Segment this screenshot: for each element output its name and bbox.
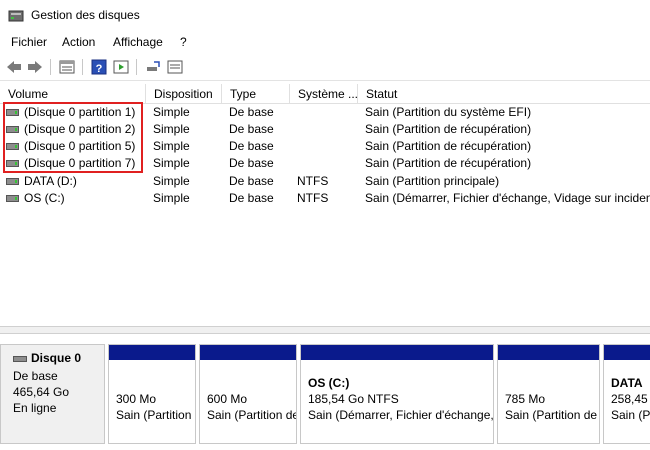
menu-affichage[interactable]: Affichage (113, 35, 163, 49)
cell-disposition: Simple (153, 174, 190, 188)
cell-statut: Sain (Partition de récupération) (365, 122, 532, 136)
partition-status: Sain (Partition de (505, 408, 598, 422)
cell-volume: DATA (D:) (24, 174, 77, 188)
menu-fichier[interactable]: Fichier (11, 35, 47, 49)
cell-statut: Sain (Partition de récupération) (365, 156, 532, 170)
highlight-annotation (3, 102, 143, 173)
toolbar-separator (82, 59, 83, 75)
help-icon[interactable]: ? (90, 58, 108, 76)
cell-statut: Sain (Partition de récupération) (365, 139, 532, 153)
cell-disposition: Simple (153, 105, 190, 119)
toolbar-separator (136, 59, 137, 75)
cell-type: De base (229, 139, 274, 153)
connect-icon[interactable] (144, 58, 162, 76)
disk-pane: Disque 0 De base 465,64 Go En ligne 300 … (0, 334, 650, 450)
menu-bar: Fichier Action Affichage ? (0, 31, 650, 53)
cell-systeme (297, 155, 357, 172)
cell-statut: Sain (Partition du système EFI) (365, 105, 532, 119)
cell-systeme (297, 121, 357, 138)
partition-header-bar (301, 345, 493, 360)
disk-name: Disque 0 (31, 351, 82, 365)
menu-help[interactable]: ? (180, 35, 187, 49)
cell-systeme (297, 104, 357, 121)
partition-status: Sain (Partition (116, 408, 192, 422)
volume-icon (6, 195, 19, 202)
partition-size: 785 Mo (505, 392, 546, 406)
partition-header-bar (498, 345, 599, 360)
partition-status: Sain (Pa (611, 408, 650, 422)
title-bar: Gestion des disques (0, 0, 650, 31)
partition-status: Sain (Partition de (207, 408, 297, 422)
column-header-statut[interactable]: Statut (358, 84, 650, 104)
column-header-volume[interactable]: Volume (0, 84, 146, 104)
run-icon[interactable] (112, 58, 130, 76)
menu-action[interactable]: Action (62, 35, 95, 49)
column-header-type[interactable]: Type (222, 84, 290, 104)
disk-management-icon (8, 10, 24, 22)
partition-status: Sain (Démarrer, Fichier d'échange, (308, 408, 494, 422)
partition-size: 300 Mo (116, 392, 157, 406)
cell-type: De base (229, 122, 274, 136)
partition-title: DATA (611, 376, 643, 390)
partition-title: OS (C:) (308, 376, 350, 390)
column-header-disposition[interactable]: Disposition (146, 84, 222, 104)
cell-systeme: NTFS (297, 174, 329, 188)
table-row[interactable]: DATA (D:) Simple De base NTFS Sain (Part… (0, 173, 650, 190)
cell-type: De base (229, 174, 274, 188)
cell-statut: Sain (Partition principale) (365, 174, 500, 188)
volume-list: Volume Disposition Type Système ... Stat… (0, 84, 650, 326)
cell-disposition: Simple (153, 191, 190, 205)
list-view-icon[interactable] (58, 58, 76, 76)
cell-statut: Sain (Démarrer, Fichier d'échange, Vidag… (365, 191, 650, 205)
partition-block[interactable]: 785 Mo Sain (Partition de (497, 344, 600, 444)
cell-type: De base (229, 156, 274, 170)
toolbar: ? (0, 53, 650, 81)
cell-systeme: NTFS (297, 191, 329, 205)
column-header-systeme[interactable]: Système ... (290, 84, 358, 104)
cell-disposition: Simple (153, 139, 190, 153)
window-title: Gestion des disques (31, 8, 140, 22)
partition-size: 600 Mo (207, 392, 248, 406)
partition-header-bar (604, 345, 650, 360)
cell-systeme (297, 138, 357, 155)
list-header: Volume Disposition Type Système ... Stat… (0, 84, 650, 104)
properties-icon[interactable] (166, 58, 184, 76)
partition-size: 185,54 Go NTFS (308, 392, 399, 406)
cell-disposition: Simple (153, 156, 190, 170)
pane-splitter[interactable] (0, 326, 650, 334)
toolbar-separator (50, 59, 51, 75)
disk-size: 465,64 Go (13, 385, 70, 399)
disk-info-panel[interactable]: Disque 0 De base 465,64 Go En ligne (0, 344, 105, 444)
partition-block[interactable]: 600 Mo Sain (Partition de (199, 344, 297, 444)
cell-volume: OS (C:) (24, 191, 65, 205)
svg-text:?: ? (96, 63, 103, 75)
forward-icon[interactable] (26, 58, 44, 76)
partition-block[interactable]: 300 Mo Sain (Partition (108, 344, 196, 444)
volume-icon (6, 178, 19, 185)
partition-header-bar (200, 345, 296, 360)
partition-block[interactable]: OS (C:) 185,54 Go NTFS Sain (Démarrer, F… (300, 344, 494, 444)
partition-header-bar (109, 345, 195, 360)
cell-type: De base (229, 191, 274, 205)
back-icon[interactable] (5, 58, 23, 76)
cell-type: De base (229, 105, 274, 119)
disk-state: En ligne (13, 401, 57, 415)
disk-kind: De base (13, 369, 58, 383)
table-row[interactable]: OS (C:) Simple De base NTFS Sain (Démarr… (0, 190, 650, 207)
partition-size: 258,45 (611, 392, 648, 406)
partition-block[interactable]: DATA 258,45 Sain (Pa (603, 344, 650, 444)
cell-disposition: Simple (153, 122, 190, 136)
